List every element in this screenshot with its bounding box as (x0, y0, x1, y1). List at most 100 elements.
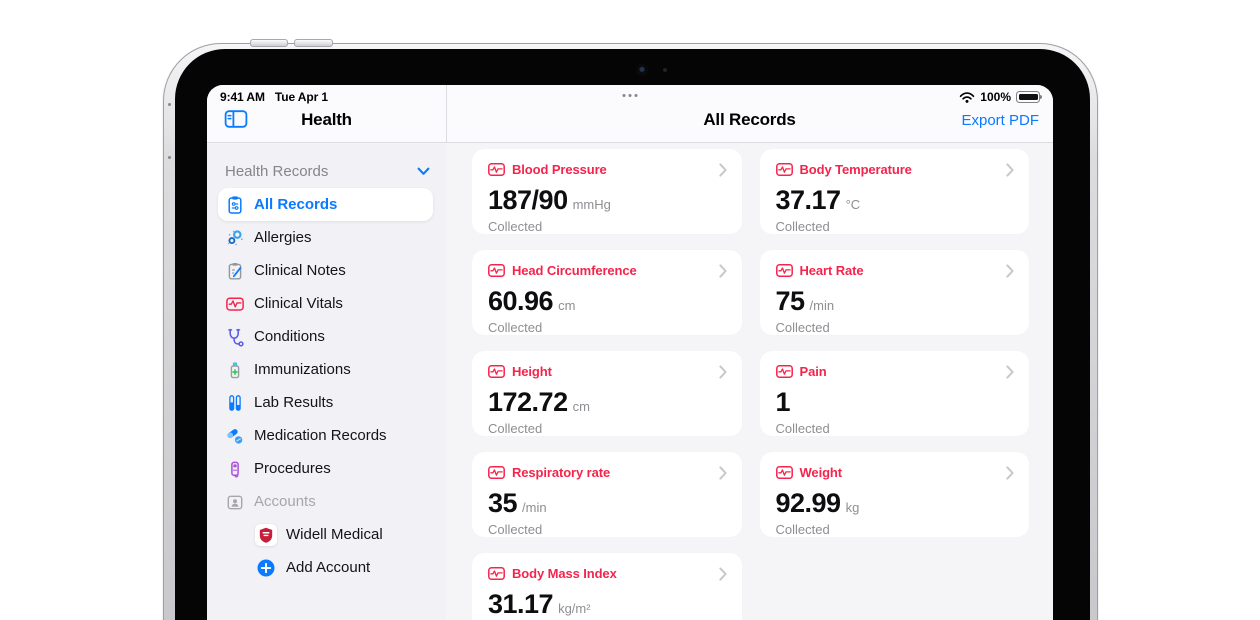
record-value: 75 (776, 286, 805, 317)
chevron-down-icon[interactable] (417, 167, 430, 176)
record-status: Collected (776, 421, 1014, 436)
sidebar-item-conditions[interactable]: Conditions (207, 320, 446, 353)
record-value: 92.99 (776, 488, 841, 519)
status-bar: 9:41 AM Tue Apr 1 100% (207, 85, 1053, 106)
vitals-badge-icon (776, 163, 793, 176)
record-card-heart-rate[interactable]: Heart Rate 75 /min Collected (760, 250, 1030, 335)
status-time: 9:41 AM (220, 90, 265, 104)
wifi-icon (959, 92, 975, 103)
vitals-badge-icon (776, 365, 793, 378)
chevron-right-icon (719, 567, 727, 586)
section-label: Health Records (225, 163, 417, 180)
chevron-right-icon (1006, 264, 1014, 283)
sidebar-item-label: Medication Records (254, 427, 387, 444)
record-title: Blood Pressure (512, 162, 607, 177)
immunizations-icon (225, 360, 245, 380)
ipad-device: 9:41 AM Tue Apr 1 100% (163, 43, 1098, 620)
vitals-badge-icon (488, 567, 505, 580)
record-status: Collected (488, 320, 726, 335)
sidebar-item-widell-medical[interactable]: Widell Medical (207, 518, 446, 551)
record-title: Pain (800, 364, 827, 379)
record-unit: kg/m² (558, 601, 591, 616)
sidebar-item-label: Allergies (254, 229, 312, 246)
vitals-badge-icon (488, 365, 505, 378)
record-unit: cm (558, 298, 575, 313)
sidebar-item-lab-results[interactable]: Lab Results (207, 386, 446, 419)
record-status: Collected (488, 421, 726, 436)
record-card-weight[interactable]: Weight 92.99 kg Collected (760, 452, 1030, 537)
sidebar-item-medication-records[interactable]: Medication Records (207, 419, 446, 452)
screen: 9:41 AM Tue Apr 1 100% (207, 85, 1053, 620)
record-title: Heart Rate (800, 263, 864, 278)
sidebar-section-health-records[interactable]: Health Records (207, 158, 446, 184)
record-card-head-circumference[interactable]: Head Circumference 60.96 cm Collected (472, 250, 742, 335)
record-card-respiratory-rate[interactable]: Respiratory rate 35 /min Collected (472, 452, 742, 537)
add-plus-icon (255, 557, 277, 579)
record-unit: /min (522, 500, 547, 515)
chevron-right-icon (1006, 163, 1014, 182)
chevron-right-icon (1006, 365, 1014, 384)
multitasking-dots[interactable] (623, 94, 638, 97)
record-value: 31.17 (488, 589, 553, 620)
record-card-height[interactable]: Height 172.72 cm Collected (472, 351, 742, 436)
sidebar-item-label: Immunizations (254, 361, 351, 378)
sidebar-item-all-records[interactable]: All Records (218, 188, 433, 221)
record-title: Head Circumference (512, 263, 637, 278)
chevron-right-icon (719, 466, 727, 485)
clinical-vitals-icon (225, 294, 245, 314)
record-card-body-temperature[interactable]: Body Temperature 37.17 °C Collected (760, 149, 1030, 234)
page-background: 9:41 AM Tue Apr 1 100% (0, 0, 1260, 620)
accounts-icon (225, 492, 245, 512)
records-panel: Blood Pressure 187/90 mmHg Collected Bod… (446, 144, 1053, 620)
lab-results-icon (225, 393, 245, 413)
record-status: Collected (776, 522, 1014, 537)
record-value: 187/90 (488, 185, 568, 216)
record-title: Weight (800, 465, 843, 480)
conditions-icon (225, 327, 245, 347)
clinical-notes-icon (225, 261, 245, 281)
sidebar-item-immunizations[interactable]: Immunizations (207, 353, 446, 386)
allergies-icon (225, 228, 245, 248)
volume-down-button (294, 39, 333, 47)
record-value: 1 (776, 387, 791, 418)
record-value: 60.96 (488, 286, 553, 317)
sidebar-item-procedures[interactable]: Procedures (207, 452, 446, 485)
record-unit: /min (810, 298, 835, 313)
microphone-hole (168, 103, 171, 106)
vitals-badge-icon (776, 264, 793, 277)
vitals-badge-icon (776, 466, 793, 479)
status-date: Tue Apr 1 (275, 90, 328, 104)
sidebar-item-label: Clinical Notes (254, 262, 346, 279)
sidebar-item-clinical-vitals[interactable]: Clinical Vitals (207, 287, 446, 320)
record-card-blood-pressure[interactable]: Blood Pressure 187/90 mmHg Collected (472, 149, 742, 234)
sidebar-item-clinical-notes[interactable]: Clinical Notes (207, 254, 446, 287)
microphone-hole (168, 156, 171, 159)
record-status: Collected (488, 522, 726, 537)
app-title: Health (207, 110, 446, 130)
sidebar-item-accounts[interactable]: Accounts (207, 485, 446, 518)
all-records-icon (225, 195, 245, 215)
record-status: Collected (776, 219, 1014, 234)
battery-percent: 100% (980, 90, 1011, 104)
record-card-body-mass-index[interactable]: Body Mass Index 31.17 kg/m² Collected (472, 553, 742, 620)
sidebar-item-label: Clinical Vitals (254, 295, 343, 312)
front-camera (636, 64, 648, 76)
record-card-pain[interactable]: Pain 1 Collected (760, 351, 1030, 436)
record-status: Collected (776, 320, 1014, 335)
sidebar-item-label: Widell Medical (286, 526, 383, 543)
medication-records-icon (225, 426, 245, 446)
export-pdf-button[interactable]: Export PDF (961, 112, 1039, 129)
sidebar-item-add-account[interactable]: Add Account (207, 551, 446, 584)
record-value: 172.72 (488, 387, 568, 418)
sidebar-item-allergies[interactable]: Allergies (207, 221, 446, 254)
record-status: Collected (488, 219, 726, 234)
sidebar-item-label: Conditions (254, 328, 325, 345)
sidebar: Health Records All Records Allergies Cli… (207, 144, 446, 620)
chevron-right-icon (719, 365, 727, 384)
vitals-badge-icon (488, 466, 505, 479)
records-grid: Blood Pressure 187/90 mmHg Collected Bod… (446, 144, 1053, 620)
vitals-badge-icon (488, 264, 505, 277)
record-unit: kg (846, 500, 860, 515)
chevron-right-icon (719, 264, 727, 283)
widell-medical-shield-icon (255, 524, 277, 546)
